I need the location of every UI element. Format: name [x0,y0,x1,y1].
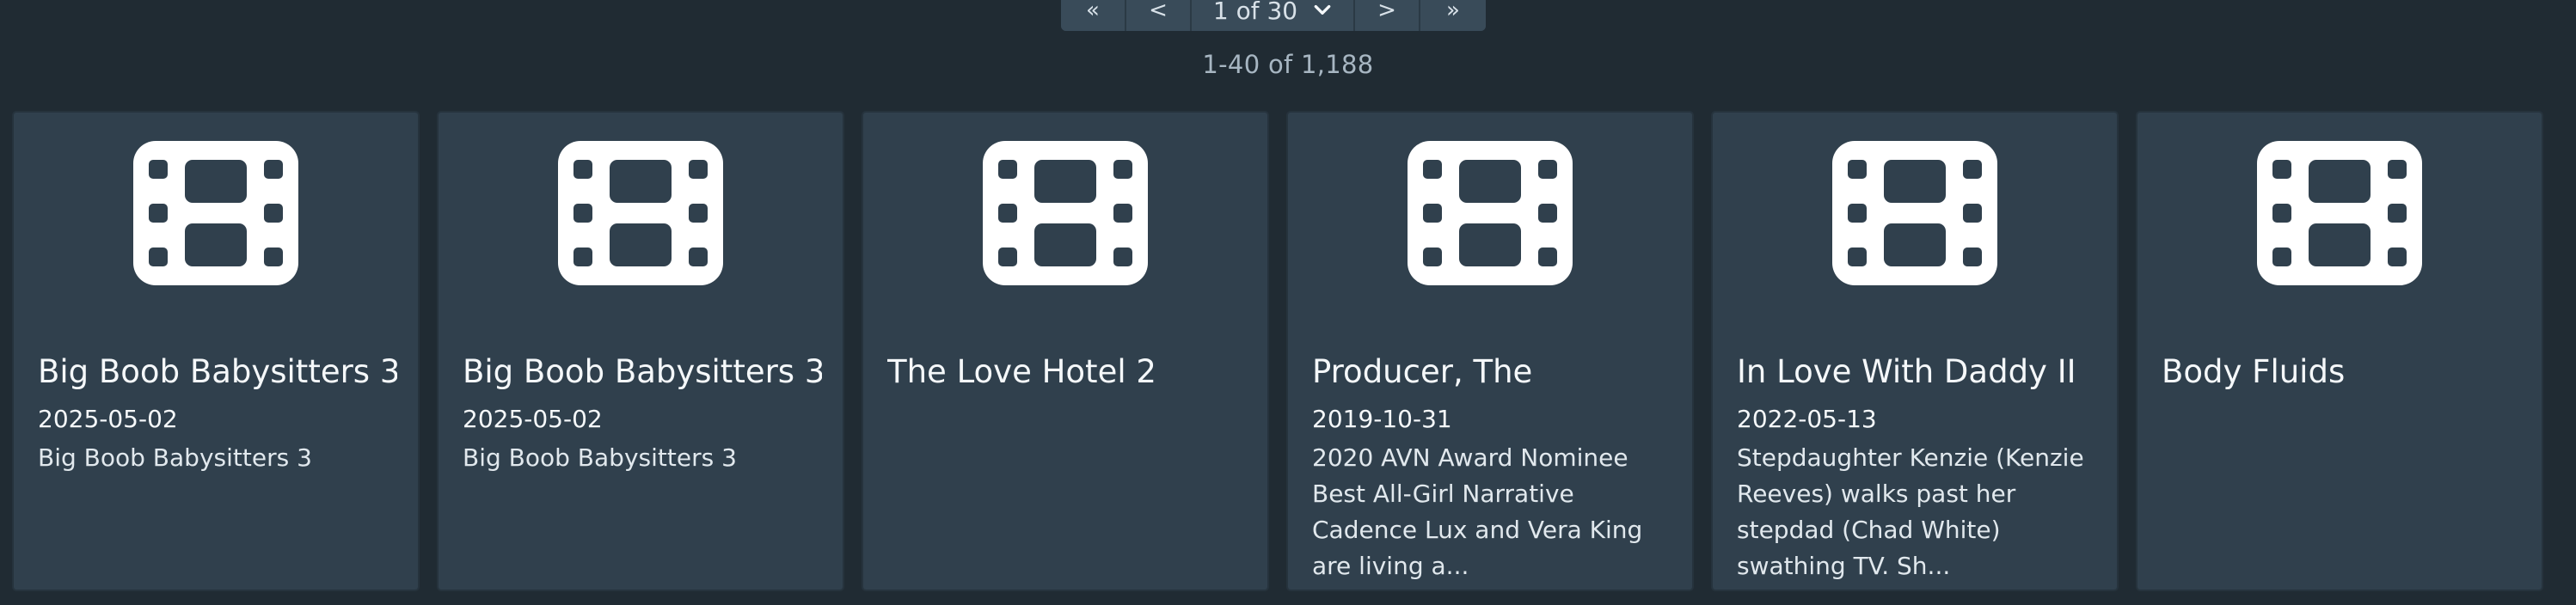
prev-page-button[interactable]: < [1126,0,1192,31]
scene-card[interactable]: Big Boob Babysitters 3 2025-05-02 Big Bo… [12,111,420,591]
scene-card[interactable]: In Love With Daddy II 2022-05-13 Stepdau… [1711,111,2119,591]
pagination: « < 1 of 30 > » [1061,0,1486,31]
card-title[interactable]: Big Boob Babysitters 3 [38,353,397,390]
next-page-button[interactable]: > [1355,0,1420,31]
card-title[interactable]: The Love Hotel 2 [887,353,1247,390]
scene-card[interactable]: The Love Hotel 2 [862,111,1269,591]
scene-card[interactable]: Big Boob Babysitters 3 2025-05-02 Big Bo… [437,111,844,591]
film-icon [2257,141,2422,285]
card-date: 2025-05-02 [463,405,603,433]
card-date: 2022-05-13 [1737,405,1877,433]
card-title[interactable]: Body Fluids [2162,353,2521,390]
scene-list-page: « < 1 of 30 > » 1-40 of 1,188 Big Boob B… [0,0,2576,605]
card-grid: Big Boob Babysitters 3 2025-05-02 Big Bo… [12,111,2543,591]
last-page-button[interactable]: » [1420,0,1486,31]
card-thumbnail[interactable] [14,113,418,310]
card-date: 2025-05-02 [38,405,178,433]
first-page-button[interactable]: « [1061,0,1126,31]
film-icon [133,141,298,285]
card-description: 2020 AVN Award Nominee Best All-Girl Nar… [1312,443,1643,580]
scene-card[interactable]: Body Fluids [2136,111,2543,591]
card-title[interactable]: Producer, The [1312,353,1671,390]
page-select-label: 1 of 30 [1212,0,1298,25]
card-description: Big Boob Babysitters 3 [38,443,312,472]
card-date: 2019-10-31 [1312,405,1452,433]
film-icon [1832,141,1997,285]
card-description: Big Boob Babysitters 3 [463,443,737,472]
page-select[interactable]: 1 of 30 [1192,0,1355,31]
chevron-down-icon [1314,4,1331,15]
film-icon [983,141,1148,285]
card-description: Stepdaughter Kenzie (Kenzie Reeves) walk… [1737,443,2084,580]
card-thumbnail[interactable] [2137,113,2542,310]
film-icon [1408,141,1573,285]
results-count: 1-40 of 1,188 [1202,50,1374,79]
film-icon [558,141,723,285]
card-thumbnail[interactable] [1713,113,2117,310]
card-thumbnail[interactable] [439,113,843,310]
card-thumbnail[interactable] [863,113,1267,310]
card-title[interactable]: Big Boob Babysitters 3 [463,353,822,390]
card-thumbnail[interactable] [1288,113,1692,310]
scene-card[interactable]: Producer, The 2019-10-31 2020 AVN Award … [1286,111,1694,591]
card-title[interactable]: In Love With Daddy II [1737,353,2096,390]
